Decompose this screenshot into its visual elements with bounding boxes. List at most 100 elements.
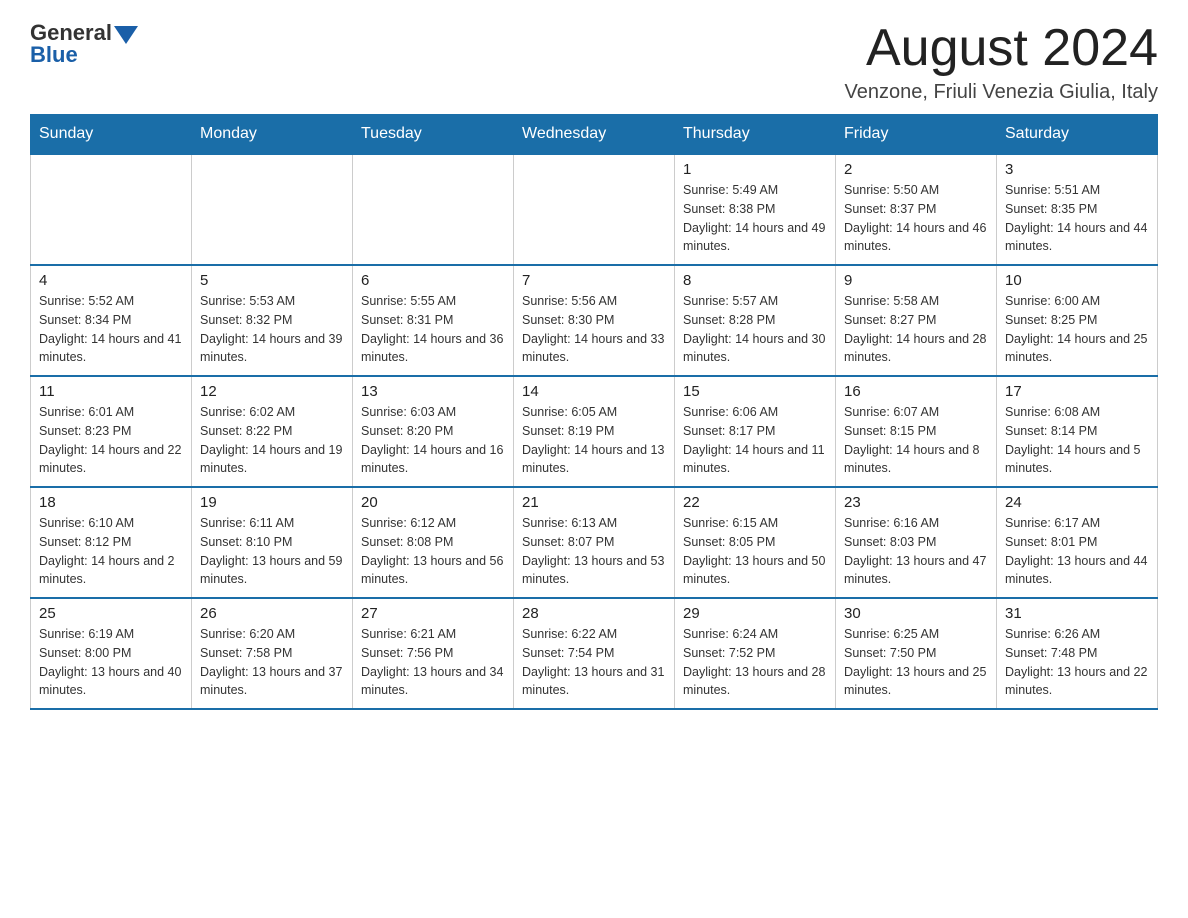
calendar-week-row: 25Sunrise: 6:19 AM Sunset: 8:00 PM Dayli…	[31, 598, 1158, 709]
calendar-cell: 22 Sunrise: 6:15 AM Sunset: 8:05 PM Dayli…	[675, 487, 836, 598]
day-number: 12	[200, 383, 344, 400]
calendar-week-row: 1 Sunrise: 5:49 AM Sunset: 8:38 PM Daylig…	[31, 154, 1158, 265]
day-number: 29	[683, 605, 827, 622]
day-info: Sunrise: 6:15 AM Sunset: 8:05 PM Dayligh…	[683, 514, 827, 589]
day-number: 14	[522, 383, 666, 400]
day-info: Sunrise: 6:20 AM Sunset: 7:58 PM Dayligh…	[200, 625, 344, 700]
calendar-week-row: 4 Sunrise: 5:52 AM Sunset: 8:34 PM Daylig…	[31, 265, 1158, 376]
calendar-cell: 21 Sunrise: 6:13 AM Sunset: 8:07 PM Dayli…	[514, 487, 675, 598]
calendar-cell: 29 Sunrise: 6:24 AM Sunset: 7:52 PM Dayli…	[675, 598, 836, 709]
calendar-cell: 8Sunrise: 5:57 AM Sunset: 8:28 PM Daylig…	[675, 265, 836, 376]
day-number: 22	[683, 494, 827, 511]
day-number: 23	[844, 494, 988, 511]
day-number: 5	[200, 272, 344, 289]
calendar-cell: 12 Sunrise: 6:02 AM Sunset: 8:22 PM Dayli…	[192, 376, 353, 487]
location-title: Venzone, Friuli Venezia Giulia, Italy	[844, 81, 1158, 104]
day-info: Sunrise: 6:00 AM Sunset: 8:25 PM Dayligh…	[1005, 292, 1149, 367]
day-number: 13	[361, 383, 505, 400]
calendar-cell: 13 Sunrise: 6:03 AM Sunset: 8:20 PM Dayli…	[353, 376, 514, 487]
day-number: 16	[844, 383, 988, 400]
day-info: Sunrise: 6:05 AM Sunset: 8:19 PM Dayligh…	[522, 403, 666, 478]
calendar-cell: 5 Sunrise: 5:53 AM Sunset: 8:32 PM Daylig…	[192, 265, 353, 376]
calendar-cell: 14 Sunrise: 6:05 AM Sunset: 8:19 PM Dayli…	[514, 376, 675, 487]
title-block: August 2024 Venzone, Friuli Venezia Giul…	[844, 20, 1158, 104]
day-number: 28	[522, 605, 666, 622]
calendar-cell: 6 Sunrise: 5:55 AM Sunset: 8:31 PM Daylig…	[353, 265, 514, 376]
day-number: 15	[683, 383, 827, 400]
weekday-header-monday: Monday	[192, 115, 353, 155]
day-number: 4	[39, 272, 183, 289]
day-number: 20	[361, 494, 505, 511]
calendar-cell: 10 Sunrise: 6:00 AM Sunset: 8:25 PM Dayli…	[997, 265, 1158, 376]
day-info: Sunrise: 5:53 AM Sunset: 8:32 PM Dayligh…	[200, 292, 344, 367]
calendar-cell: 9 Sunrise: 5:58 AM Sunset: 8:27 PM Daylig…	[836, 265, 997, 376]
day-info: Sunrise: 6:21 AM Sunset: 7:56 PM Dayligh…	[361, 625, 505, 700]
calendar-cell: 19Sunrise: 6:11 AM Sunset: 8:10 PM Dayli…	[192, 487, 353, 598]
calendar-cell	[353, 154, 514, 265]
day-number: 30	[844, 605, 988, 622]
day-info: Sunrise: 6:08 AM Sunset: 8:14 PM Dayligh…	[1005, 403, 1149, 478]
day-info: Sunrise: 5:57 AM Sunset: 8:28 PM Dayligh…	[683, 292, 827, 367]
calendar-cell: 20 Sunrise: 6:12 AM Sunset: 8:08 PM Dayli…	[353, 487, 514, 598]
day-info: Sunrise: 6:12 AM Sunset: 8:08 PM Dayligh…	[361, 514, 505, 589]
calendar-cell: 31Sunrise: 6:26 AM Sunset: 7:48 PM Dayli…	[997, 598, 1158, 709]
calendar-header-row: SundayMondayTuesdayWednesdayThursdayFrid…	[31, 115, 1158, 155]
day-number: 10	[1005, 272, 1149, 289]
calendar-cell: 15Sunrise: 6:06 AM Sunset: 8:17 PM Dayli…	[675, 376, 836, 487]
calendar-cell: 2 Sunrise: 5:50 AM Sunset: 8:37 PM Daylig…	[836, 154, 997, 265]
day-info: Sunrise: 6:02 AM Sunset: 8:22 PM Dayligh…	[200, 403, 344, 478]
day-number: 1	[683, 161, 827, 178]
logo-triangle-icon	[114, 26, 138, 44]
month-title: August 2024	[844, 20, 1158, 77]
day-number: 6	[361, 272, 505, 289]
day-number: 19	[200, 494, 344, 511]
calendar-cell: 26Sunrise: 6:20 AM Sunset: 7:58 PM Dayli…	[192, 598, 353, 709]
calendar-cell: 17 Sunrise: 6:08 AM Sunset: 8:14 PM Dayli…	[997, 376, 1158, 487]
day-info: Sunrise: 6:13 AM Sunset: 8:07 PM Dayligh…	[522, 514, 666, 589]
day-info: Sunrise: 5:55 AM Sunset: 8:31 PM Dayligh…	[361, 292, 505, 367]
calendar-week-row: 11 Sunrise: 6:01 AM Sunset: 8:23 PM Dayli…	[31, 376, 1158, 487]
calendar-cell: 23 Sunrise: 6:16 AM Sunset: 8:03 PM Dayli…	[836, 487, 997, 598]
day-number: 9	[844, 272, 988, 289]
day-info: Sunrise: 6:10 AM Sunset: 8:12 PM Dayligh…	[39, 514, 183, 589]
day-info: Sunrise: 5:50 AM Sunset: 8:37 PM Dayligh…	[844, 181, 988, 256]
calendar-cell: 18 Sunrise: 6:10 AM Sunset: 8:12 PM Dayli…	[31, 487, 192, 598]
day-number: 27	[361, 605, 505, 622]
calendar-cell: 30Sunrise: 6:25 AM Sunset: 7:50 PM Dayli…	[836, 598, 997, 709]
calendar-cell	[192, 154, 353, 265]
day-info: Sunrise: 5:58 AM Sunset: 8:27 PM Dayligh…	[844, 292, 988, 367]
day-info: Sunrise: 6:24 AM Sunset: 7:52 PM Dayligh…	[683, 625, 827, 700]
day-info: Sunrise: 5:49 AM Sunset: 8:38 PM Dayligh…	[683, 181, 827, 256]
day-number: 24	[1005, 494, 1149, 511]
day-number: 7	[522, 272, 666, 289]
weekday-header-friday: Friday	[836, 115, 997, 155]
day-number: 18	[39, 494, 183, 511]
calendar-week-row: 18 Sunrise: 6:10 AM Sunset: 8:12 PM Dayli…	[31, 487, 1158, 598]
calendar-cell: 24 Sunrise: 6:17 AM Sunset: 8:01 PM Dayli…	[997, 487, 1158, 598]
day-info: Sunrise: 5:56 AM Sunset: 8:30 PM Dayligh…	[522, 292, 666, 367]
logo-text-blue: Blue	[30, 42, 78, 68]
day-info: Sunrise: 6:03 AM Sunset: 8:20 PM Dayligh…	[361, 403, 505, 478]
weekday-header-tuesday: Tuesday	[353, 115, 514, 155]
logo: General Blue	[30, 20, 138, 68]
calendar-cell: 16Sunrise: 6:07 AM Sunset: 8:15 PM Dayli…	[836, 376, 997, 487]
day-number: 21	[522, 494, 666, 511]
calendar-cell	[31, 154, 192, 265]
day-info: Sunrise: 5:52 AM Sunset: 8:34 PM Dayligh…	[39, 292, 183, 367]
weekday-header-wednesday: Wednesday	[514, 115, 675, 155]
day-number: 17	[1005, 383, 1149, 400]
calendar-cell: 4 Sunrise: 5:52 AM Sunset: 8:34 PM Daylig…	[31, 265, 192, 376]
day-number: 3	[1005, 161, 1149, 178]
calendar-cell: 25Sunrise: 6:19 AM Sunset: 8:00 PM Dayli…	[31, 598, 192, 709]
page-header: General Blue August 2024 Venzone, Friuli…	[30, 20, 1158, 104]
calendar-cell: 3 Sunrise: 5:51 AM Sunset: 8:35 PM Daylig…	[997, 154, 1158, 265]
weekday-header-sunday: Sunday	[31, 115, 192, 155]
day-info: Sunrise: 6:16 AM Sunset: 8:03 PM Dayligh…	[844, 514, 988, 589]
day-info: Sunrise: 6:01 AM Sunset: 8:23 PM Dayligh…	[39, 403, 183, 478]
calendar-cell	[514, 154, 675, 265]
day-info: Sunrise: 6:26 AM Sunset: 7:48 PM Dayligh…	[1005, 625, 1149, 700]
day-number: 11	[39, 383, 183, 400]
day-info: Sunrise: 6:17 AM Sunset: 8:01 PM Dayligh…	[1005, 514, 1149, 589]
day-number: 2	[844, 161, 988, 178]
day-info: Sunrise: 5:51 AM Sunset: 8:35 PM Dayligh…	[1005, 181, 1149, 256]
